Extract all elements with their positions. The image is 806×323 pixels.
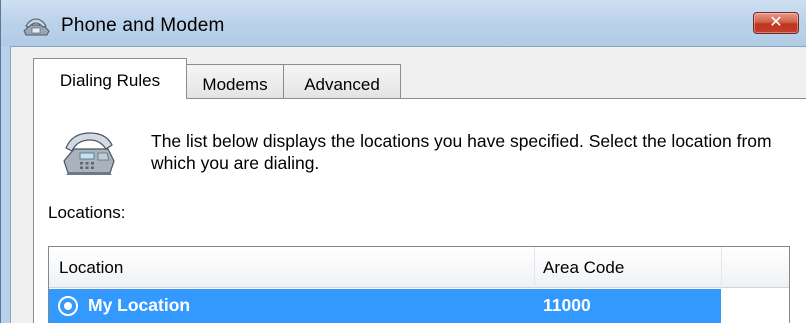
close-icon: ✕ — [769, 12, 783, 31]
tab-label: Dialing Rules — [59, 71, 161, 90]
dialing-rules-panel: The list below displays the locations yo… — [33, 98, 806, 323]
tab-advanced[interactable]: Advanced — [283, 64, 401, 100]
locations-list[interactable]: Location Area Code My Location 11000 — [48, 246, 790, 323]
list-header: Location Area Code — [49, 247, 789, 288]
column-header-location[interactable]: Location — [59, 258, 123, 278]
window-title: Phone and Modem — [61, 15, 225, 36]
locations-label: Locations: — [48, 203, 126, 222]
column-divider[interactable] — [721, 247, 722, 288]
tab-label: Advanced — [304, 75, 380, 94]
column-divider[interactable] — [534, 247, 535, 288]
tab-modems[interactable]: Modems — [186, 64, 284, 100]
dialog-client-area: Dialing Rules Modems Advanced The list b… — [10, 46, 806, 323]
row-location: My Location — [88, 295, 191, 315]
tab-dialing-rules[interactable]: Dialing Rules — [33, 58, 187, 99]
close-button[interactable]: ✕ — [753, 12, 799, 34]
radio-selected-icon[interactable] — [58, 296, 78, 316]
phone-and-modem-window: Phone and Modem ✕ Dialing Rules Modems A… — [0, 0, 806, 323]
title-bar[interactable]: Phone and Modem ✕ — [1, 0, 806, 46]
list-row-my-location[interactable]: My Location 11000 — [49, 289, 721, 323]
description-text: The list below displays the locations yo… — [151, 131, 772, 173]
telephone-modem-icon — [21, 16, 51, 38]
column-header-area-code[interactable]: Area Code — [543, 258, 624, 278]
tab-label: Modems — [202, 75, 268, 94]
telephone-icon — [60, 127, 116, 177]
row-area-code: 11000 — [543, 295, 591, 315]
